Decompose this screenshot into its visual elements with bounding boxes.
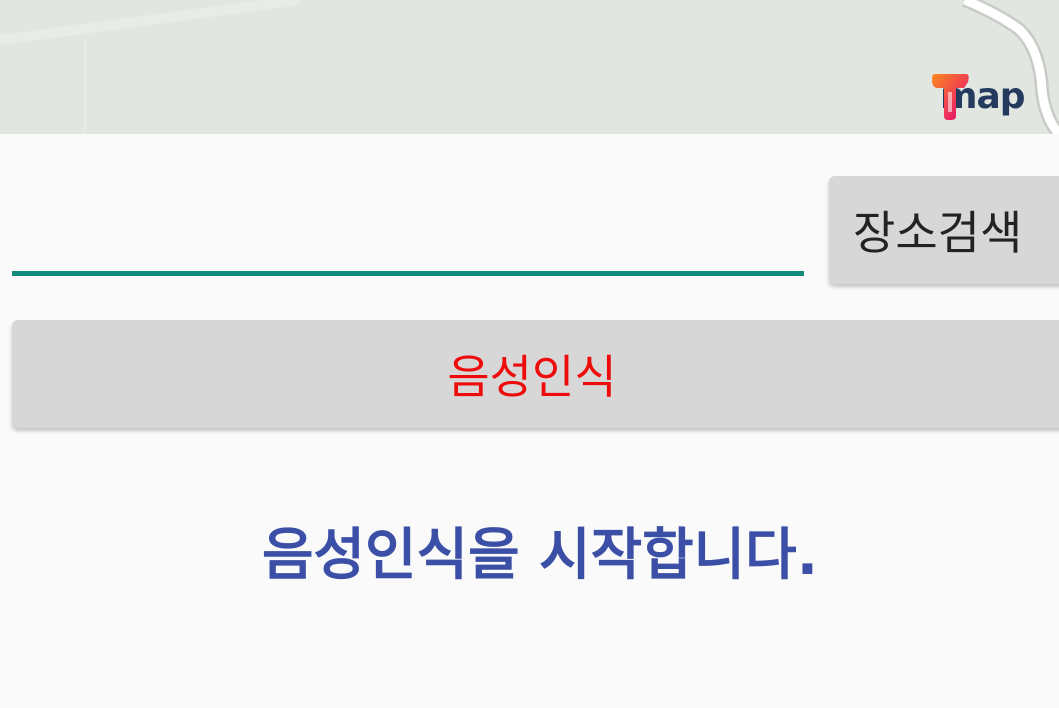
search-input[interactable] (12, 180, 804, 276)
tmap-logo-icon (932, 74, 969, 120)
map-view[interactable]: map (0, 0, 1059, 134)
tmap-logo: map (930, 70, 1026, 122)
status-message: 음성인식을 시작합니다. (262, 523, 818, 588)
voice-recognition-button[interactable]: 음성인식 (12, 320, 1059, 428)
map-roads (0, 0, 1059, 134)
place-search-button[interactable]: 장소검색 (829, 176, 1059, 284)
